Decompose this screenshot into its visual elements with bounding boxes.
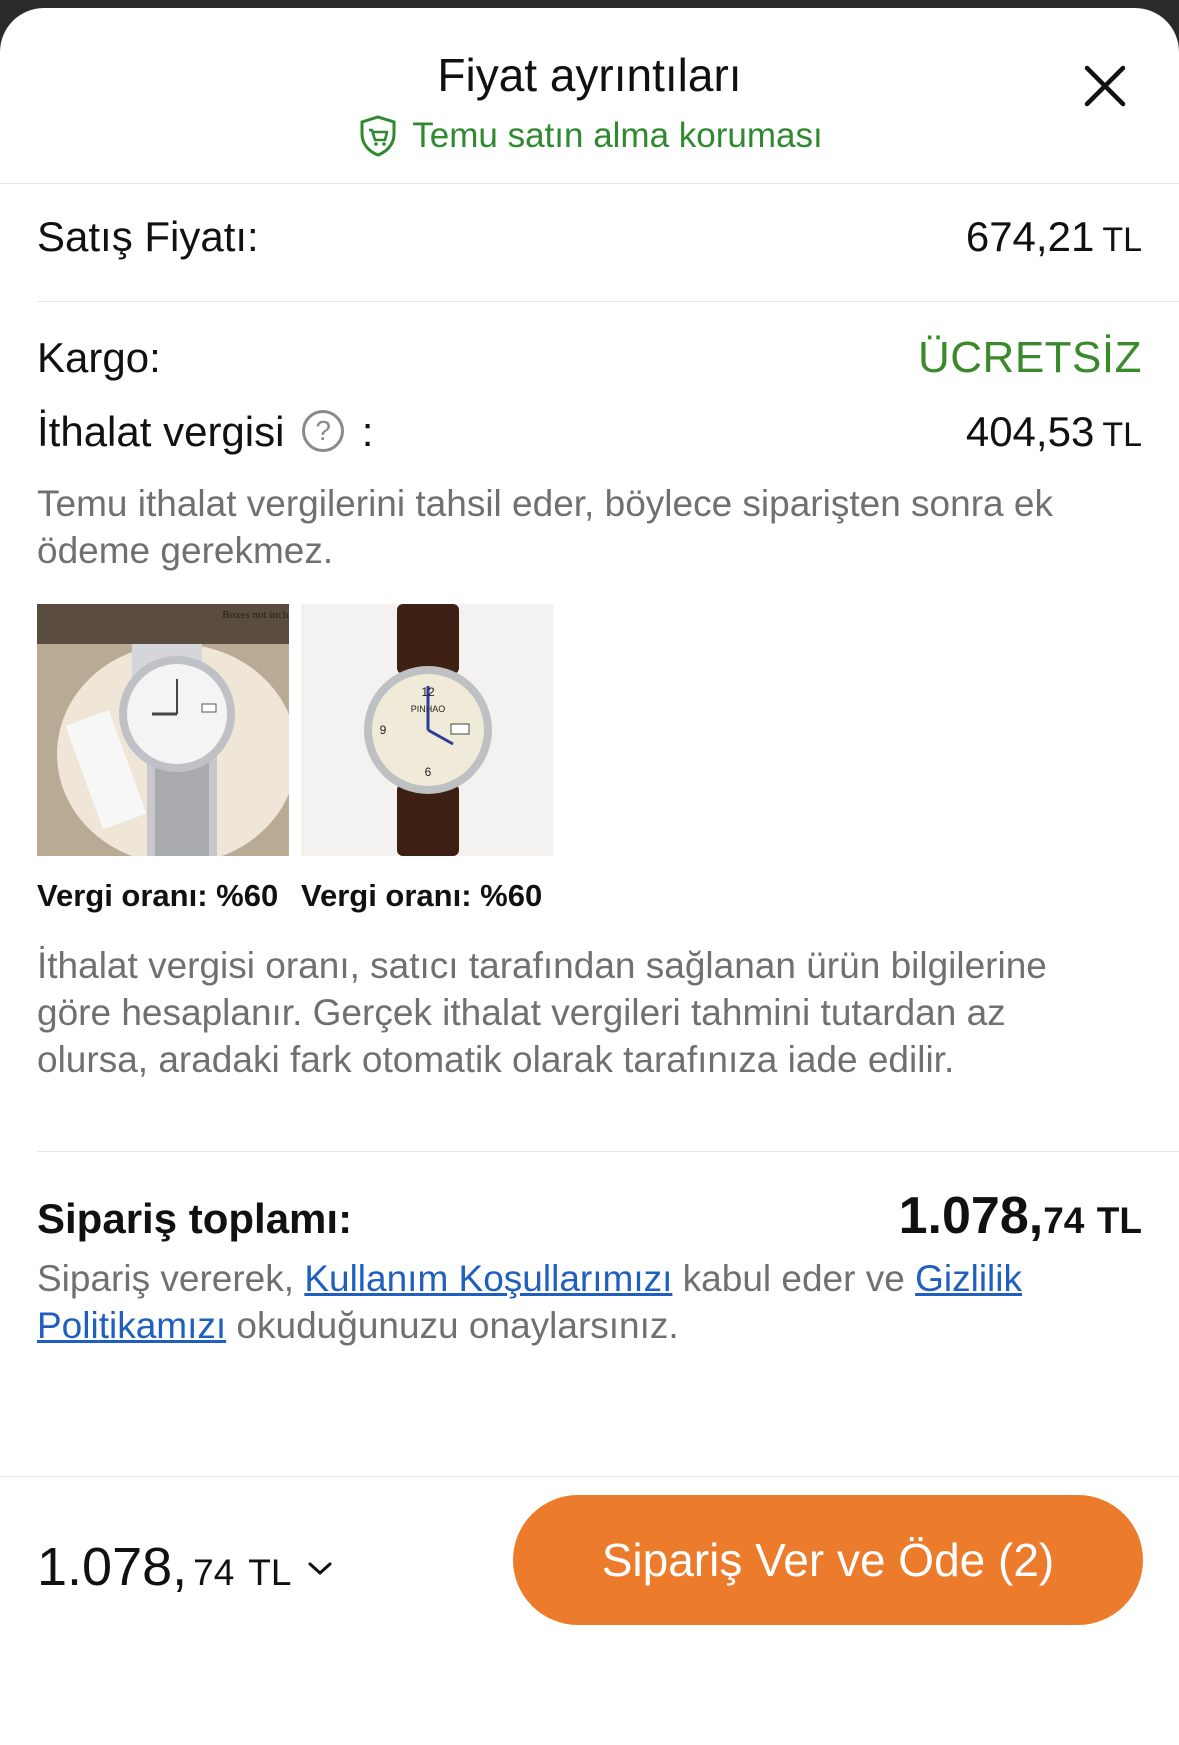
sale-price-value: 674,21 TL <box>966 213 1142 261</box>
cargo-label: Kargo: <box>37 334 161 381</box>
product-image-silver-watch: Boxes not include <box>37 604 289 856</box>
terms-of-use-link[interactable]: Kullanım Koşullarımızı <box>304 1258 672 1299</box>
place-order-pay-button[interactable]: Sipariş Ver ve Öde (2) <box>513 1495 1143 1625</box>
import-tax-value: 404,53 TL <box>966 408 1142 456</box>
footer-total-toggle[interactable]: 1.078, 74 TL <box>37 1536 335 1598</box>
tax-rate-label: Vergi oranı: %60 <box>301 878 543 913</box>
sheet-header: Fiyat ayrıntıları Temu satın alma koruma… <box>0 8 1179 184</box>
product-list: Boxes not include Vergi oranı: %60 12 6 <box>37 604 553 914</box>
import-tax-label-wrap: İthalat vergisi ? : <box>37 408 373 456</box>
currency: TL <box>1096 1200 1142 1241</box>
footer-total-small: 74 <box>193 1552 235 1593</box>
sale-price-label: Satış Fiyatı: <box>37 213 259 260</box>
sale-price-amount: 674,21 <box>965 213 1095 260</box>
import-tax-amount: 404,53 <box>965 408 1095 455</box>
purchase-protection[interactable]: Temu satın alma koruması <box>0 114 1179 158</box>
terms-text: Sipariş vererek, Kullanım Koşullarımızı … <box>37 1255 1129 1349</box>
chevron-down-icon <box>308 1562 332 1575</box>
tax-rate-note: İthalat vergisi oranı, satıcı tarafından… <box>37 945 1047 1080</box>
import-tax-note: Temu ithalat vergilerini tahsil eder, bö… <box>37 483 1053 571</box>
currency: TL <box>1102 416 1142 454</box>
price-details-sheet: Fiyat ayrıntıları Temu satın alma koruma… <box>0 8 1179 1745</box>
svg-text:6: 6 <box>425 765 432 779</box>
box-note-text: Boxes not include <box>222 609 289 621</box>
currency: TL <box>248 1552 292 1593</box>
product-item[interactable]: Boxes not include Vergi oranı: %60 <box>37 604 289 914</box>
terms-middle: kabul eder ve <box>672 1258 916 1299</box>
product-image-leather-watch: 12 6 9 PINHAO <box>301 604 553 856</box>
question-icon[interactable]: ? <box>302 409 345 452</box>
order-total-small: 74 <box>1043 1200 1085 1241</box>
cargo-free: ÜCRETSİZ <box>918 333 1142 382</box>
svg-text:12: 12 <box>421 685 435 699</box>
sheet-title: Fiyat ayrıntıları <box>437 49 742 101</box>
import-tax-colon: : <box>361 408 374 455</box>
footer-total-big: 1.078, <box>37 1537 188 1597</box>
sale-price-row: Satış Fiyatı: 674,21 TL <box>37 213 1142 261</box>
svg-text:9: 9 <box>380 723 387 737</box>
brand-text: PINHAO <box>411 704 446 714</box>
divider <box>37 301 1179 302</box>
close-button[interactable] <box>1079 60 1131 112</box>
protection-label: Temu satın alma koruması <box>412 116 823 155</box>
close-icon <box>1084 65 1126 107</box>
divider <box>37 1151 1179 1152</box>
product-item[interactable]: 12 6 9 PINHAO Vergi oranı: %60 <box>301 604 553 914</box>
terms-prefix: Sipariş vererek, <box>37 1258 305 1299</box>
terms-suffix: okuduğunuzu onaylarsınız. <box>226 1305 679 1346</box>
currency: TL <box>1102 221 1142 259</box>
tax-rate-label: Vergi oranı: %60 <box>37 878 279 913</box>
import-tax-label: İthalat vergisi <box>37 408 285 455</box>
cargo-row: Kargo: ÜCRETSİZ <box>37 333 1142 383</box>
import-tax-row: İthalat vergisi ? : 404,53 TL <box>37 408 1142 456</box>
shield-cart-icon <box>360 115 396 157</box>
order-total-row: Sipariş toplamı: 1.078,74 TL <box>37 1186 1142 1246</box>
order-total-value: 1.078,74 TL <box>899 1186 1142 1246</box>
order-total-label: Sipariş toplamı: <box>37 1195 353 1242</box>
order-total-big: 1.078, <box>898 1187 1044 1245</box>
footer-divider <box>0 1476 1179 1477</box>
